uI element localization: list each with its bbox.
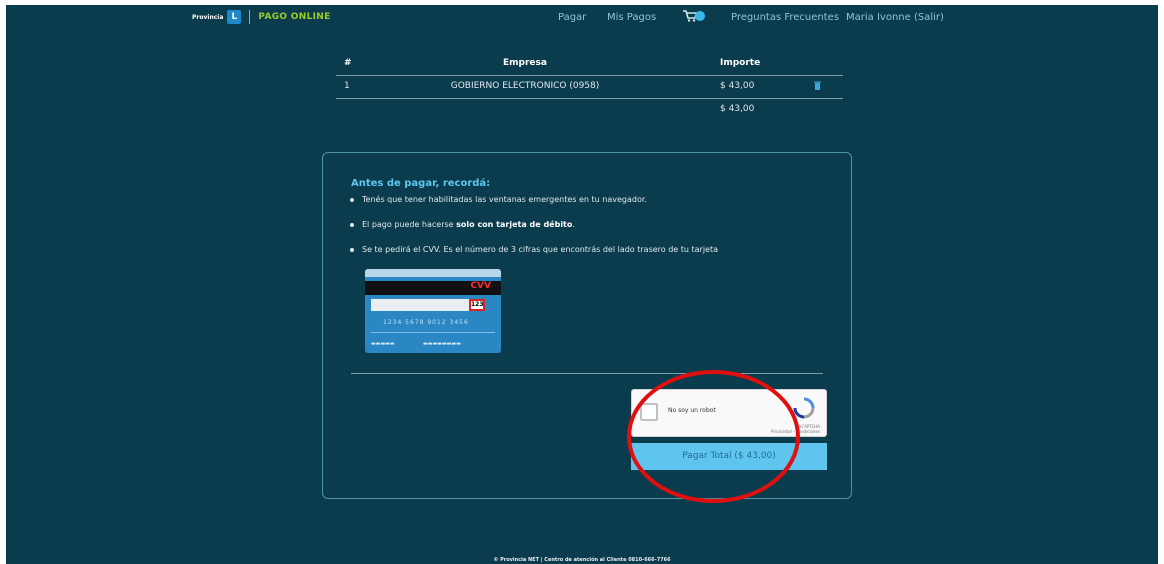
reminder-popups: Tenés que tener habilitadas las ventanas… <box>362 195 647 204</box>
remove-item-icon[interactable] <box>814 81 821 93</box>
logo-provincia: Provincia <box>192 14 223 21</box>
logo[interactable]: Provincia L PAGO ONLINE <box>192 10 331 24</box>
logo-provincia-text: Provincia <box>192 13 224 21</box>
reminder-debit-suffix: . <box>572 220 575 229</box>
nav-user-logout[interactable]: Maria Ivonne (Salir) <box>846 12 944 23</box>
reminder-cvv: Se te pedirá el CVV. Es el número de 3 c… <box>362 245 719 254</box>
list-item: El pago puede hacerse solo con tarjeta d… <box>350 221 718 246</box>
card-top-strip <box>365 269 501 277</box>
row-importe: $ 43,00 <box>720 81 755 91</box>
list-item: Se te pedirá el CVV. Es el número de 3 c… <box>350 246 718 271</box>
total-importe: $ 43,00 <box>720 104 755 114</box>
card-signature-strip <box>371 299 479 311</box>
logo-title: PAGO ONLINE <box>258 12 331 22</box>
payment-table: # Empresa Importe 1 GOBIERNO ELECTRONICO… <box>336 53 843 121</box>
nav-mis-pagos[interactable]: Mis Pagos <box>607 12 656 23</box>
nav-preguntas-frecuentes[interactable]: Preguntas Frecuentes <box>731 12 839 23</box>
card-small-text: ▬▬▬▬▬▬▬▬ <box>423 341 461 347</box>
reminder-debit-bold: solo con tarjeta de débito <box>456 220 573 229</box>
panel-divider <box>351 373 823 374</box>
card-cvv-code: 123 <box>469 299 485 311</box>
table-row: 1 GOBIERNO ELECTRONICO (0958) $ 43,00 <box>336 76 843 98</box>
cart-button[interactable] <box>683 10 705 22</box>
row-empresa: GOBIERNO ELECTRONICO (0958) <box>450 81 600 91</box>
reminder-list: Tenés que tener habilitadas las ventanas… <box>350 196 718 271</box>
highlight-ring <box>627 370 800 503</box>
logo-divider <box>249 10 251 24</box>
logo-mark-icon: L <box>227 10 242 24</box>
top-navbar: Provincia L PAGO ONLINE Pagar Mis Pagos … <box>6 5 1158 31</box>
table-header: # Empresa Importe <box>336 53 843 75</box>
cart-count-badge <box>695 10 705 21</box>
footer-text: © Provincia NET | Centro de atención al … <box>493 557 671 563</box>
card-small-text: ▬▬▬▬▬ <box>371 341 395 347</box>
panel-title: Antes de pagar, recordá: <box>351 178 491 189</box>
table-total-row: $ 43,00 <box>336 99 843 121</box>
card-back-illustration: CVV 123 1234 5678 9012 3456 ▬▬▬▬▬ ▬▬▬▬▬▬… <box>365 269 501 353</box>
list-item: Tenés que tener habilitadas las ventanas… <box>350 196 718 221</box>
nav-pagar[interactable]: Pagar <box>558 12 586 23</box>
column-header-importe: Importe <box>720 58 761 68</box>
card-number: 1234 5678 9012 3456 <box>383 319 469 326</box>
column-header-empresa: Empresa <box>503 58 547 68</box>
card-divider <box>371 332 495 333</box>
reminder-debit-prefix: El pago puede hacerse <box>362 220 457 229</box>
card-cvv-label: CVV <box>470 281 491 291</box>
page: Provincia L PAGO ONLINE Pagar Mis Pagos … <box>6 5 1158 564</box>
